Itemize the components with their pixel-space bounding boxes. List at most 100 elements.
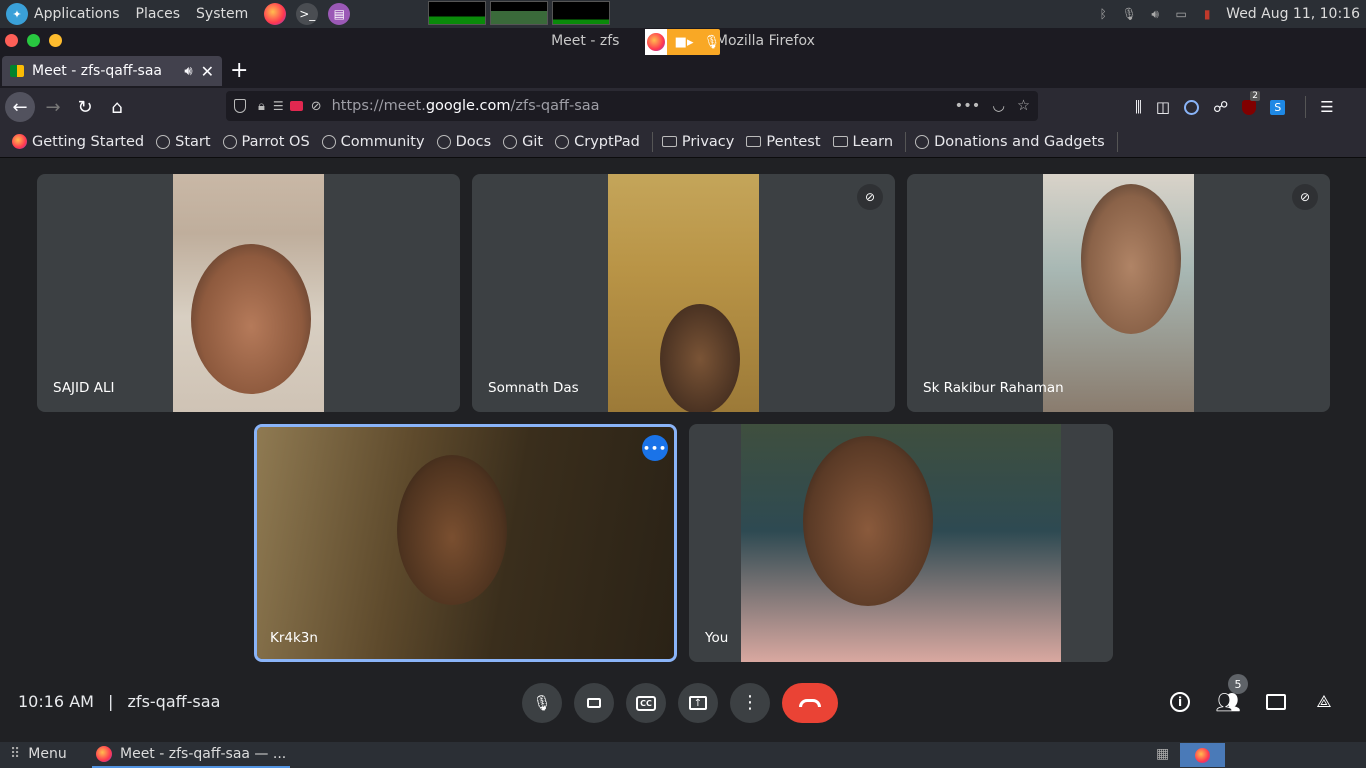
participant-tile-kr4k3n[interactable]: ••• Kr4k3n [254,424,677,662]
bookmark-start[interactable]: Start [156,134,211,150]
bookmark-folder-pentest[interactable]: Pentest [746,134,821,150]
memory-graph [490,1,548,25]
tab-audio-icon[interactable]: 🔊︎ [184,64,192,79]
taskbar-window-firefox[interactable]: Meet - zfs-qaff-saa — ... [92,742,290,768]
library-icon[interactable]: ⫼ [1135,98,1142,116]
muted-indicator: ⊘ [1292,184,1318,210]
more-horizontal-icon: ••• [642,441,668,455]
bookmark-folder-privacy[interactable]: Privacy [661,134,734,150]
firefox-icon [1195,747,1210,763]
participant-face [660,304,740,412]
bookmark-separator [1116,131,1118,152]
firefox-launcher-icon[interactable] [264,3,287,25]
clock[interactable]: Wed Aug 11, 10:16 [1226,6,1360,22]
forward-button[interactable]: → [38,92,68,122]
more-options-button[interactable]: ⋮ [730,683,770,723]
participant-tile-self[interactable]: You [689,424,1113,662]
reload-button[interactable]: ↻ [70,92,100,122]
firefox-icon [645,29,667,55]
bookmark-git[interactable]: Git [503,134,543,150]
meet-favicon-icon [10,65,24,77]
tab-close-icon[interactable]: ✕ [201,62,214,81]
cpu-graph [428,1,486,25]
participant-video [608,174,759,412]
reload-icon: ↻ [77,96,93,118]
camera-active-icon[interactable] [289,101,303,111]
account-icon[interactable] [1184,99,1200,115]
camera-button[interactable] [574,683,614,723]
home-icon: ⌂ [111,96,123,118]
bookmark-donations[interactable]: Donations and Gadgets [915,134,1105,150]
home-button[interactable]: ⌂ [102,92,132,122]
leave-call-button[interactable] [782,683,838,723]
app-menu-icon[interactable]: ☰ [1320,98,1333,116]
participant-name: You [705,630,729,646]
permissions-icon[interactable]: ☰ [273,99,284,113]
ublock-icon[interactable]: 2 [1242,90,1261,115]
volume-icon[interactable]: 🔊︎ [1148,7,1162,21]
bookmarks-bar: Getting Started Start Parrot OS Communit… [0,126,1366,158]
bookmark-getting-started[interactable]: Getting Started [12,134,144,150]
firefox-icon [96,746,112,762]
back-button[interactable]: ← [5,92,35,122]
participant-face [397,455,507,605]
os-menu: ✦ Applications Places System >_ ▤ [6,3,354,25]
workspace-switcher-icon[interactable]: ▦ [1156,746,1169,762]
bookmark-parrot-os[interactable]: Parrot OS [222,134,310,150]
chat-button[interactable] [1262,688,1290,716]
more-vertical-icon: ⋮ [741,692,759,713]
page-actions-icon[interactable]: ••• [955,98,981,114]
call-end-icon [799,699,821,707]
bookmark-star-icon[interactable]: ☆ [1017,98,1030,114]
participant-face [803,436,933,606]
system-menu[interactable]: System [196,6,248,22]
globe-icon [503,134,518,149]
pocket-icon[interactable]: ◡ [992,98,1005,114]
start-menu-button[interactable]: ⠿ Menu [10,746,67,762]
meeting-info-button[interactable]: i [1166,688,1194,716]
ublock-badge: 2 [1250,90,1261,101]
participant-name: Kr4k3n [270,630,318,646]
meeting-code: zfs-qaff-saa [127,692,221,711]
globe-icon [555,134,570,149]
meeting-details: 10:16 AM | zfs-qaff-saa [18,692,221,711]
lock-icon[interactable]: 🔒︎ [258,99,265,114]
bookmark-folder-learn[interactable]: Learn [832,134,893,150]
bluetooth-icon[interactable]: ᛒ [1096,7,1110,21]
activities-button[interactable]: ⟁ [1310,688,1338,716]
battery-icon[interactable]: ▮ [1200,7,1214,21]
applications-menu[interactable]: Applications [34,6,120,22]
tab-bar: Meet - zfs-qaff-saa 🔊︎ ✕ + [0,56,1366,88]
participant-tile-sk-rakibur-rahaman[interactable]: ⊘ Sk Rakibur Rahaman [907,174,1330,412]
sidebar-icon[interactable]: ◫ [1156,98,1170,116]
url-text[interactable]: https://meet.google.com/zfs-qaff-saa [332,98,600,114]
bookmark-docs[interactable]: Docs [436,134,491,150]
participant-tile-somnath-das[interactable]: ⊘ Somnath Das [472,174,895,412]
places-menu[interactable]: Places [136,6,181,22]
back-arrow-icon: ← [12,96,28,118]
workspace-preview[interactable] [1180,743,1225,767]
bookmark-cryptpad[interactable]: CryptPad [555,134,640,150]
autoplay-icon[interactable]: ⊘ [311,99,322,114]
extension-s-icon[interactable]: S [1270,99,1286,115]
tracking-shield-icon[interactable] [234,99,246,113]
display-icon[interactable]: ▭ [1174,7,1188,21]
url-bar[interactable]: 🔒︎ ☰ ⊘ https://meet.google.com/zfs-qaff-… [226,91,1038,121]
microphone-button[interactable]: 🎙︎ [522,683,562,723]
tab-meet[interactable]: Meet - zfs-qaff-saa 🔊︎ ✕ [2,56,222,86]
text-editor-launcher-icon[interactable]: ▤ [328,3,351,25]
present-screen-button[interactable]: ↑ [678,683,718,723]
microphone-icon[interactable]: 🎙︎ [1122,7,1137,21]
firefox-favicon-icon [12,134,27,149]
info-icon: i [1170,692,1190,712]
bookmark-community[interactable]: Community [321,134,425,150]
new-tab-button[interactable]: + [230,58,248,83]
participants-button[interactable]: 👥︎ 5 [1214,674,1248,716]
sharing-indicator[interactable]: ■▸ 🎙︎ [645,29,720,55]
participant-options-button[interactable]: ••• [642,435,668,461]
captions-button[interactable]: CC [626,683,666,723]
participant-tile-sajid-ali[interactable]: SAJID ALI [37,174,460,412]
terminal-launcher-icon[interactable]: >_ [296,3,319,25]
parrot-logo-icon[interactable]: ✦ [6,3,28,25]
extension-incognito-icon[interactable]: ☍ [1213,98,1228,116]
